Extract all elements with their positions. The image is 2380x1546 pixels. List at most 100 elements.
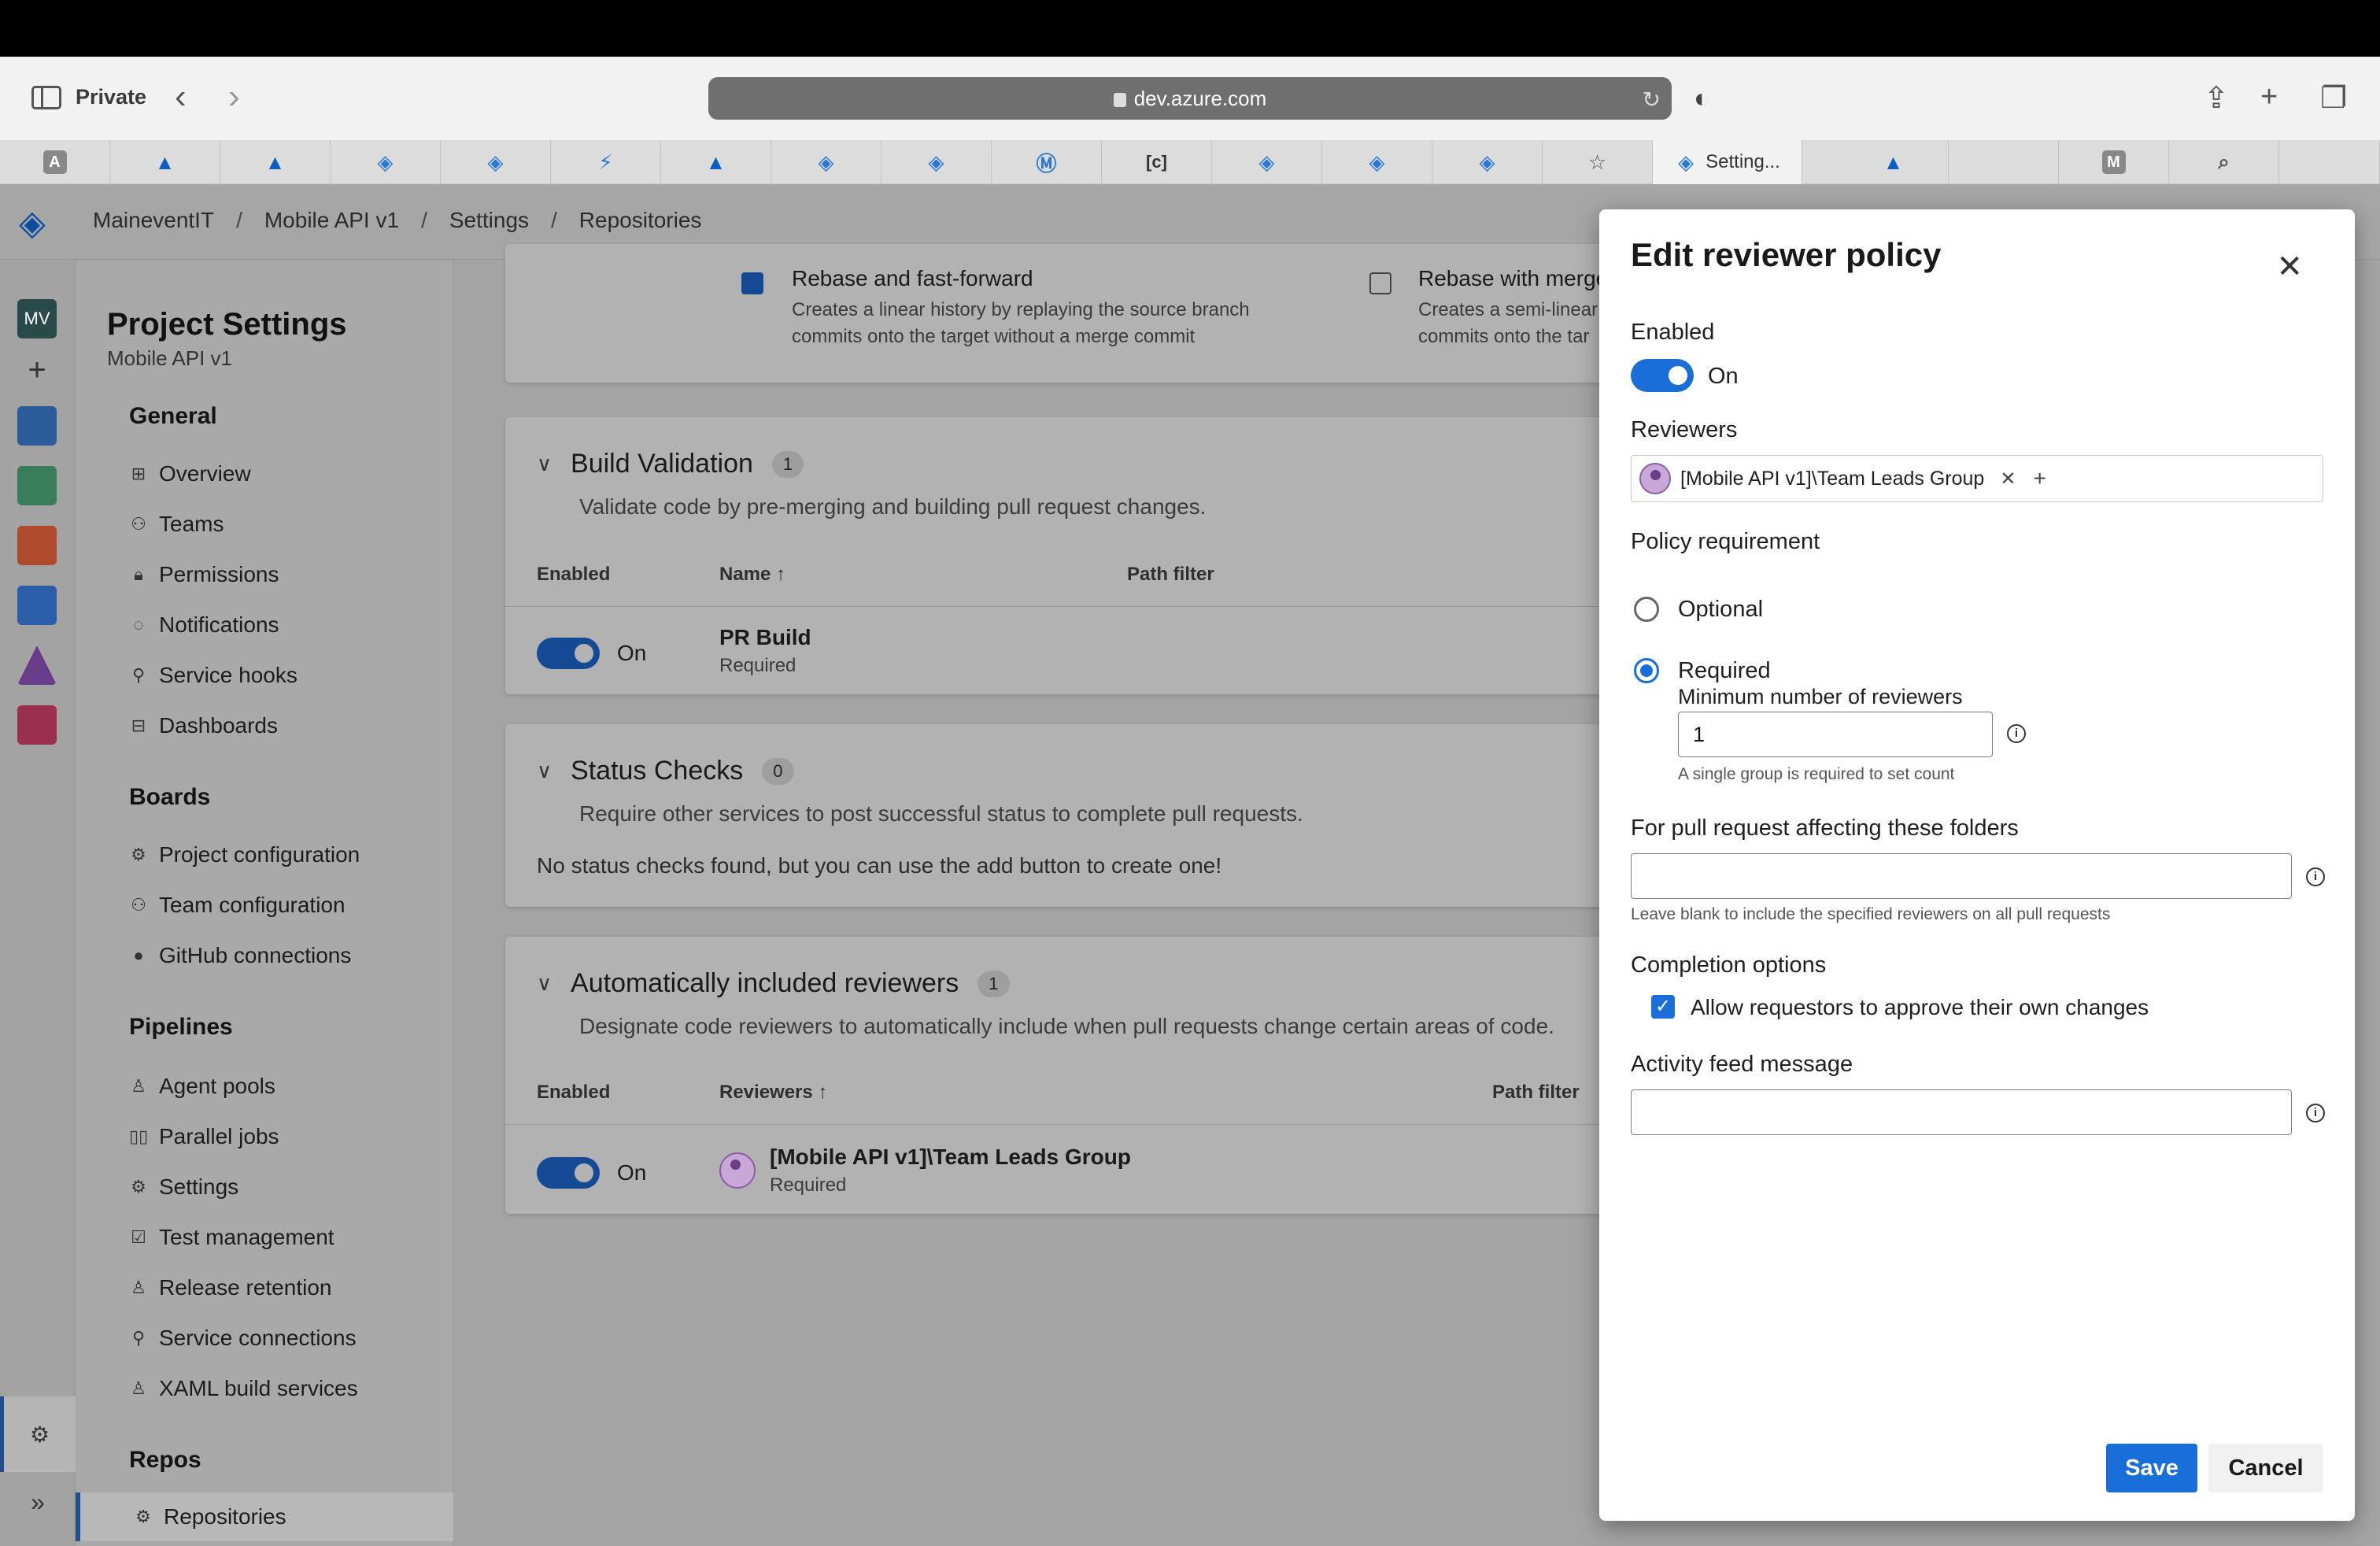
pipelines-icon[interactable] bbox=[17, 586, 57, 625]
required-radio[interactable] bbox=[1634, 658, 1659, 683]
share-icon[interactable]: ⇪ bbox=[2204, 80, 2229, 116]
nav-item-overview[interactable]: ⊞ Overview bbox=[129, 461, 251, 486]
shield-icon[interactable]: ◐ bbox=[1694, 83, 1710, 114]
tab[interactable]: ◈ bbox=[881, 140, 992, 184]
tab[interactable]: A bbox=[0, 140, 110, 184]
section-general: General bbox=[129, 403, 217, 429]
address-bar[interactable]: dev.azure.com ↻ bbox=[708, 77, 1672, 120]
auto-reviewers-header[interactable]: ∨ Automatically included reviewers 1 bbox=[537, 968, 1010, 999]
status-checks-header[interactable]: ∨ Status Checks 0 bbox=[537, 756, 794, 786]
chevron-down-icon[interactable]: ∨ bbox=[537, 971, 552, 996]
active-tab-title: Setting... bbox=[1706, 151, 1780, 172]
private-indicator[interactable]: Private bbox=[31, 85, 146, 109]
tab[interactable] bbox=[2279, 140, 2380, 184]
required-label: Required bbox=[1678, 658, 1771, 683]
boards-icon[interactable] bbox=[17, 466, 57, 505]
sidebar-toggle-icon[interactable] bbox=[31, 85, 61, 109]
activity-feed-input[interactable] bbox=[1631, 1089, 2292, 1135]
tab[interactable]: [c] bbox=[1102, 140, 1212, 184]
reload-icon[interactable]: ↻ bbox=[1643, 87, 1661, 113]
nav-item-agent-pools[interactable]: ♙ Agent pools bbox=[129, 1074, 275, 1099]
tab[interactable]: ▲ bbox=[220, 140, 331, 184]
nav-item-settings[interactable]: ⚙ Settings bbox=[129, 1174, 238, 1200]
nav-item-repositories[interactable]: ⚙ Repositories bbox=[76, 1492, 453, 1541]
tab[interactable]: ◈ bbox=[1212, 140, 1322, 184]
tab-active[interactable]: ◈ Setting... bbox=[1653, 140, 1802, 184]
nav-item-teams[interactable]: ⚇ Teams bbox=[129, 512, 224, 537]
folders-input[interactable] bbox=[1631, 853, 2292, 899]
tab[interactable]: ▲ bbox=[110, 140, 220, 184]
chevron-down-icon[interactable]: ∨ bbox=[537, 452, 552, 476]
nav-item-project-configuration[interactable]: ⚙ Project configuration bbox=[129, 842, 360, 867]
tab[interactable]: ◈ bbox=[331, 140, 441, 184]
enabled-toggle[interactable] bbox=[1631, 359, 1694, 392]
nav-item-dashboards[interactable]: ⊟ Dashboards bbox=[129, 713, 278, 738]
repos-icon[interactable] bbox=[17, 526, 57, 565]
col-enabled: Enabled bbox=[537, 564, 611, 585]
remove-reviewer-icon[interactable]: ✕ bbox=[2000, 468, 2016, 490]
cancel-button[interactable]: Cancel bbox=[2208, 1444, 2323, 1492]
optional-radio[interactable] bbox=[1634, 597, 1659, 622]
forward-icon[interactable]: › bbox=[228, 77, 240, 117]
nav-item-service-hooks[interactable]: ⚲ Service hooks bbox=[129, 663, 298, 688]
reviewers-picker[interactable]: [Mobile API v1]\Team Leads Group ✕ + bbox=[1631, 455, 2323, 502]
tab[interactable]: ◈ bbox=[771, 140, 881, 184]
close-icon[interactable]: ✕ bbox=[2276, 249, 2303, 285]
tab[interactable]: ▲ bbox=[1839, 140, 1949, 184]
save-button[interactable]: Save bbox=[2106, 1444, 2197, 1492]
tab-overview-icon[interactable]: ❐ bbox=[2320, 80, 2347, 116]
tab[interactable]: ⚡ bbox=[551, 140, 661, 184]
allow-self-approve-checkbox[interactable]: ✓ bbox=[1651, 995, 1675, 1019]
info-icon[interactable]: i bbox=[2306, 1104, 2325, 1123]
nav-item-permissions[interactable]: 🔒︎ Permissions bbox=[129, 562, 279, 587]
nav-item-release-retention[interactable]: ♙ Release retention bbox=[129, 1275, 331, 1300]
breadcrumb-project[interactable]: Mobile API v1 bbox=[264, 208, 399, 233]
nav-item-service-connections[interactable]: ⚲ Service connections bbox=[129, 1326, 357, 1351]
tab[interactable]: ☆ bbox=[1543, 140, 1653, 184]
nav-item-xaml-build-services[interactable]: ♙ XAML build services bbox=[129, 1376, 358, 1401]
tab[interactable]: ◈ bbox=[1432, 140, 1543, 184]
project-avatar[interactable]: MV bbox=[17, 299, 57, 338]
test-plans-icon[interactable] bbox=[17, 645, 57, 685]
tab[interactable]: ▲ bbox=[661, 140, 771, 184]
azure-devops-logo-icon[interactable]: ◈ bbox=[19, 203, 58, 242]
nav-item-team-configuration[interactable]: ⚇ Team configuration bbox=[129, 893, 345, 918]
nav-item-notifications[interactable]: ◌ Notifications bbox=[129, 612, 279, 638]
activity-feed-label: Activity feed message bbox=[1631, 1052, 1853, 1077]
expand-icon[interactable]: » bbox=[0, 1488, 76, 1517]
new-tab-icon[interactable]: + bbox=[2260, 80, 2278, 114]
breadcrumb-org[interactable]: MaineventIT bbox=[93, 208, 214, 233]
build-validation-header[interactable]: ∨ Build Validation 1 bbox=[537, 449, 804, 479]
info-icon[interactable]: i bbox=[2306, 867, 2325, 886]
tab[interactable] bbox=[1949, 140, 2059, 184]
rebase-merge-checkbox[interactable] bbox=[1369, 272, 1391, 294]
overview-icon[interactable] bbox=[17, 406, 57, 446]
nav-item-github-connections[interactable]: ● GitHub connections bbox=[129, 943, 351, 968]
breadcrumb-settings[interactable]: Settings bbox=[449, 208, 529, 233]
col-reviewers[interactable]: Reviewers ↑ bbox=[719, 1082, 827, 1104]
add-reviewer-icon[interactable]: + bbox=[2033, 466, 2046, 491]
col-name[interactable]: Name ↑ bbox=[719, 564, 785, 586]
breadcrumb-repositories[interactable]: Repositories bbox=[579, 208, 702, 233]
rebase-ff-checkbox[interactable] bbox=[741, 272, 763, 294]
settings-gear-icon[interactable]: ⚙ bbox=[0, 1396, 76, 1472]
tab[interactable]: M bbox=[2059, 140, 2169, 184]
chevron-down-icon[interactable]: ∨ bbox=[537, 759, 552, 783]
tab[interactable]: ⌕ bbox=[2169, 140, 2279, 184]
sort-up-icon: ↑ bbox=[776, 564, 786, 585]
pr-build-toggle[interactable] bbox=[537, 638, 600, 669]
reviewer-policy-toggle[interactable] bbox=[537, 1157, 600, 1189]
artifacts-icon[interactable] bbox=[17, 705, 57, 745]
nav-item-parallel-jobs[interactable]: ▯▯ Parallel jobs bbox=[129, 1124, 279, 1149]
optional-label: Optional bbox=[1678, 597, 1764, 622]
info-icon[interactable]: i bbox=[2007, 724, 2026, 743]
tab[interactable]: Ⓜ bbox=[992, 140, 1102, 184]
pr-build-name[interactable]: PR Build bbox=[719, 625, 811, 650]
nav-item-test-management[interactable]: ☑ Test management bbox=[129, 1225, 334, 1250]
back-icon[interactable]: ‹ bbox=[175, 77, 187, 117]
add-icon[interactable]: + bbox=[17, 353, 57, 392]
tab[interactable]: ◈ bbox=[1322, 140, 1432, 184]
min-reviewers-input[interactable]: 1 bbox=[1678, 712, 1993, 757]
tab[interactable]: ◈ bbox=[441, 140, 551, 184]
reviewer-name[interactable]: [Mobile API v1]\Team Leads Group bbox=[770, 1145, 1131, 1170]
